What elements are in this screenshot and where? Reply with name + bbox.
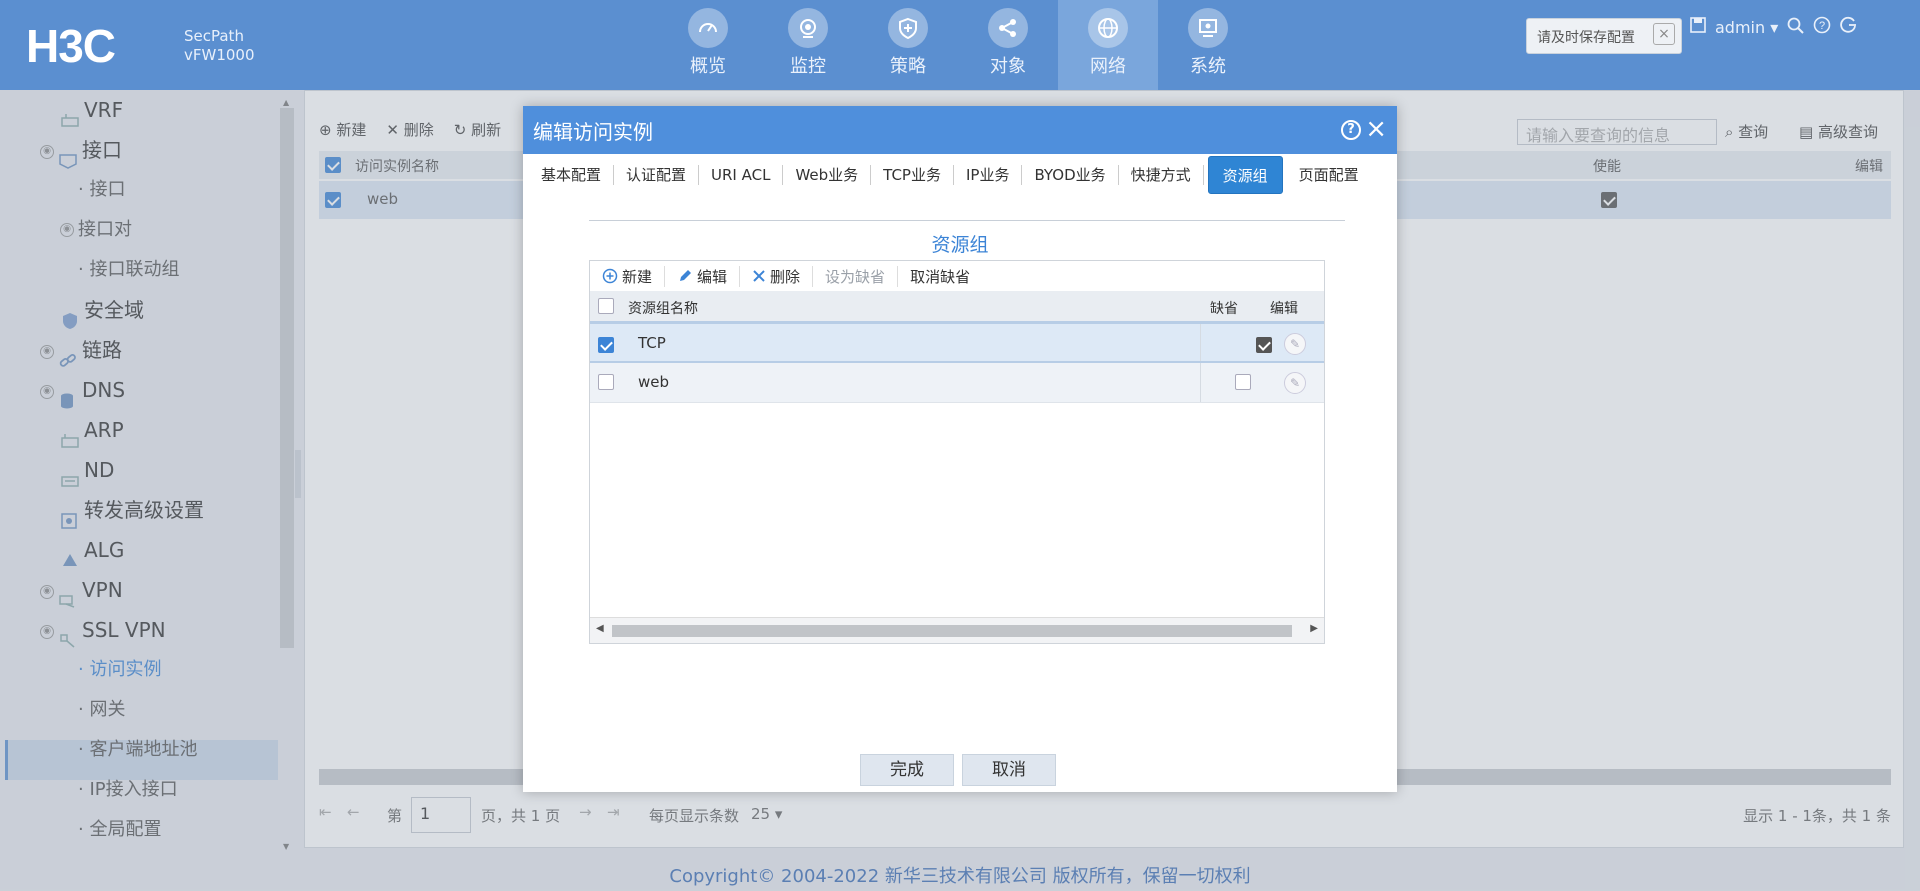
help-icon[interactable]: ?: [1341, 120, 1361, 140]
tab-page-config[interactable]: 页面配置: [1287, 165, 1371, 185]
dialog-titlebar: 编辑访问实例 ? ×: [523, 106, 1397, 154]
pencil-icon[interactable]: ✎: [1284, 372, 1306, 394]
resource-group-toolbar: 新建 编辑 删除 设为缺省 取消缺省: [590, 261, 1324, 291]
globe-icon: [1088, 8, 1128, 48]
scroll-left-icon[interactable]: ◀: [596, 623, 604, 634]
close-tip-button[interactable]: ×: [1653, 23, 1675, 45]
dialog-title: 编辑访问实例: [533, 120, 653, 144]
plus-circle-icon: [602, 268, 618, 284]
monitor-icon: [788, 8, 828, 48]
header-actions: admin ▾ ?: [1690, 16, 1858, 38]
tab-resource-group[interactable]: 资源组: [1207, 156, 1283, 194]
tab-web-service[interactable]: Web业务: [783, 165, 872, 185]
dialog-tabs: 基本配置 认证配置 URI ACL Web业务 TCP业务 IP业务 BYOD业…: [523, 154, 1397, 196]
h3c-logo: H3C: [26, 22, 116, 68]
tab-auth-config[interactable]: 认证配置: [614, 165, 700, 185]
svg-text:?: ?: [1819, 20, 1825, 32]
section-title: 资源组: [931, 234, 989, 256]
copyright-footer: Copyright© 2004-2022 新华三技术有限公司 版权所有，保留一切…: [669, 866, 1251, 887]
tab-tcp-service[interactable]: TCP业务: [871, 165, 954, 185]
nav-object[interactable]: 对象: [958, 0, 1058, 90]
scroll-right-icon[interactable]: ▶: [1310, 623, 1318, 634]
tab-byod-service[interactable]: BYOD业务: [1022, 165, 1119, 185]
column-header-rg-name: 资源组名称: [628, 301, 698, 317]
share-nodes-icon: [988, 8, 1028, 48]
cancel-button[interactable]: 取消: [962, 754, 1056, 786]
help-icon[interactable]: ?: [1813, 16, 1831, 38]
column-header-rg-edit: 编辑: [1270, 301, 1298, 317]
main-nav: 概览 监控 策略 对象 网络 系统: [658, 0, 1258, 90]
pencil-icon[interactable]: ✎: [1284, 333, 1306, 355]
product-name: SecPath vFW1000: [184, 27, 255, 64]
row-checkbox[interactable]: [598, 374, 614, 390]
row-name: web: [638, 373, 670, 391]
rg-edit-button[interactable]: 编辑: [665, 265, 741, 287]
table-row[interactable]: web ✎: [590, 363, 1324, 403]
resource-group-table: 新建 编辑 删除 设为缺省 取消缺省 资源组名称 缺省 编辑 TCP ✎ web…: [589, 260, 1325, 644]
shield-plus-icon: [888, 8, 928, 48]
rg-cancel-default-button[interactable]: 取消缺省: [898, 266, 982, 287]
system-screen-icon: [1188, 8, 1228, 48]
save-config-tip: 请及时保存配置 ×: [1526, 18, 1682, 54]
nav-overview[interactable]: 概览: [658, 0, 758, 90]
svg-text:H3C: H3C: [26, 22, 115, 68]
row-name: TCP: [638, 334, 666, 352]
save-icon[interactable]: [1690, 17, 1706, 37]
rg-new-button[interactable]: 新建: [590, 265, 666, 287]
close-icon[interactable]: ×: [1365, 114, 1387, 144]
nav-network[interactable]: 网络: [1058, 0, 1158, 90]
search-icon[interactable]: [1787, 17, 1804, 38]
tab-basic-config[interactable]: 基本配置: [529, 165, 615, 185]
tab-ip-service[interactable]: IP业务: [954, 165, 1023, 185]
user-menu[interactable]: admin ▾: [1715, 18, 1778, 37]
delete-x-icon: [753, 270, 765, 282]
rg-table-header: 资源组名称 缺省 编辑: [590, 291, 1324, 323]
edit-access-instance-dialog: 编辑访问实例 ? × 基本配置 认证配置 URI ACL Web业务 TCP业务…: [523, 106, 1397, 792]
rg-set-default-button[interactable]: 设为缺省: [813, 265, 899, 287]
top-header: H3C SecPath vFW1000 概览 监控 策略 对象 网络 系统 请及…: [0, 0, 1920, 90]
tab-shortcut[interactable]: 快捷方式: [1119, 165, 1204, 185]
nav-system[interactable]: 系统: [1158, 0, 1258, 90]
row-default-checkbox[interactable]: [1235, 374, 1251, 390]
pencil-icon: [680, 270, 692, 281]
row-default-checkbox[interactable]: [1255, 336, 1272, 353]
rg-select-all-checkbox[interactable]: [598, 298, 614, 314]
nav-monitor[interactable]: 监控: [758, 0, 858, 90]
finish-button[interactable]: 完成: [860, 754, 954, 786]
dialog-footer: 完成 取消: [523, 754, 1397, 786]
nav-policy[interactable]: 策略: [858, 0, 958, 90]
dashboard-icon: [688, 8, 728, 48]
logout-icon[interactable]: [1840, 16, 1858, 38]
rg-delete-button[interactable]: 删除: [740, 265, 814, 287]
table-row[interactable]: TCP ✎: [590, 323, 1324, 363]
column-header-default: 缺省: [1210, 301, 1238, 317]
divider: [589, 220, 1345, 221]
rg-hscrollbar[interactable]: ◀ ▶: [590, 617, 1324, 643]
scroll-thumb[interactable]: [612, 625, 1292, 637]
row-checkbox[interactable]: [598, 336, 614, 353]
tab-uri-acl[interactable]: URI ACL: [699, 165, 784, 185]
